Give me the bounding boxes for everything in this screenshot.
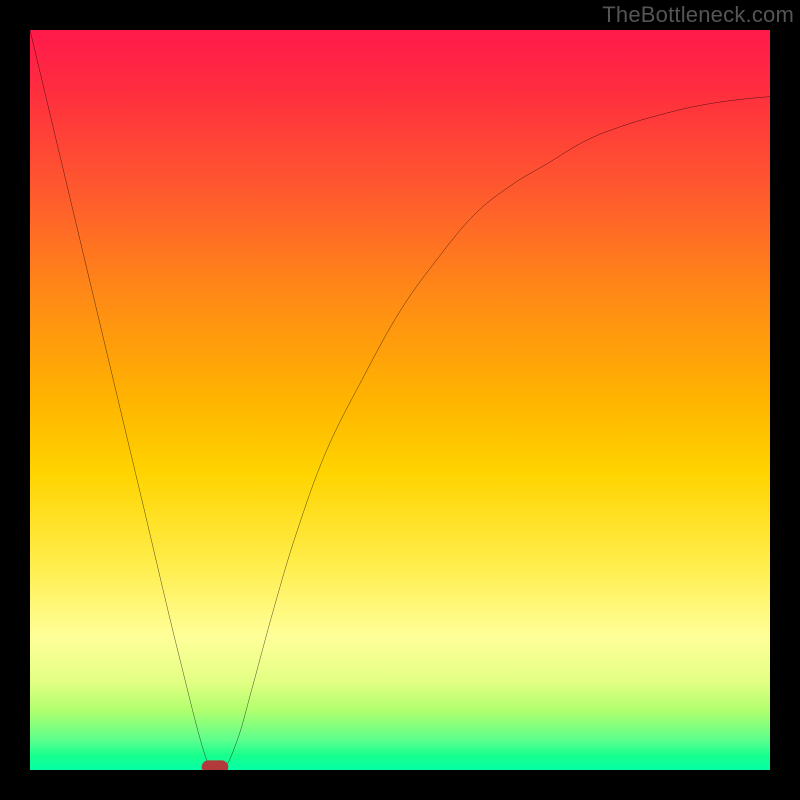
curve-svg xyxy=(30,30,770,770)
minimum-marker xyxy=(202,760,229,770)
watermark-text: TheBottleneck.com xyxy=(602,2,794,28)
chart-frame: TheBottleneck.com xyxy=(0,0,800,800)
bottleneck-curve xyxy=(30,30,770,770)
plot-area xyxy=(30,30,770,770)
